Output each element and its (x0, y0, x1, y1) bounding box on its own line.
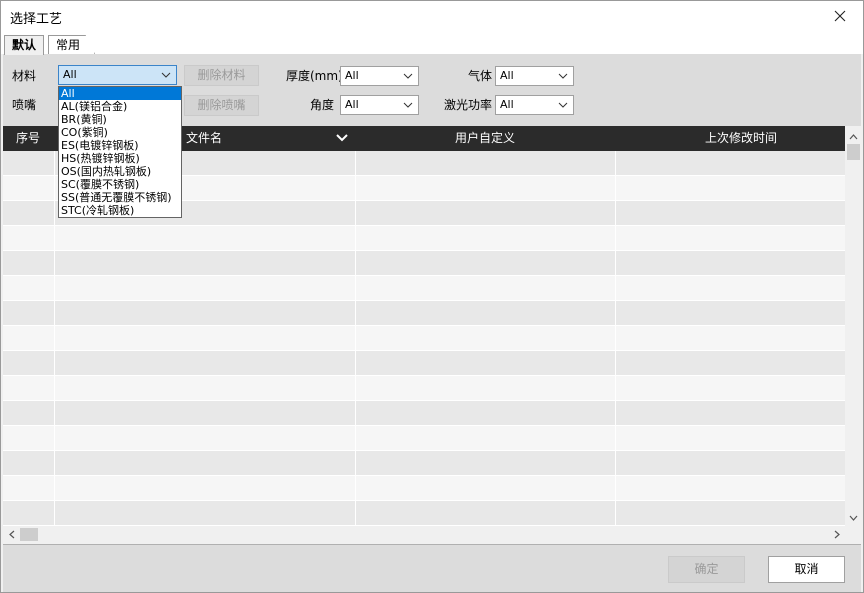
chevron-down-icon (160, 66, 172, 84)
laser-power-label: 激光功率 (444, 98, 493, 112)
material-option[interactable]: ES(电镀锌钢板) (59, 139, 181, 152)
horizontal-scrollbar[interactable] (3, 526, 862, 543)
angle-select[interactable]: All (340, 95, 419, 115)
table-row[interactable] (3, 426, 845, 451)
column-divider (355, 151, 356, 526)
horizontal-scroll-thumb[interactable] (20, 528, 38, 541)
tab-strip: 默认 常用 (1, 32, 863, 55)
table-row[interactable] (3, 326, 845, 351)
gas-label: 气体 (468, 69, 493, 83)
angle-label: 角度 (310, 98, 335, 112)
table-row[interactable] (3, 251, 845, 276)
laser-power-select-value: All (500, 98, 514, 111)
table-row[interactable] (3, 501, 845, 526)
thickness-select[interactable]: All (340, 66, 419, 86)
delete-material-button[interactable]: 删除材料 (184, 65, 259, 86)
table-row[interactable] (3, 376, 845, 401)
material-option[interactable]: STC(冷轧钢板) (59, 204, 181, 217)
table-row[interactable] (3, 226, 845, 251)
close-icon (834, 7, 846, 26)
table-row[interactable] (3, 276, 845, 301)
thickness-label: 厚度(mm) (286, 69, 343, 83)
material-option[interactable]: All (59, 87, 181, 100)
laser-power-select[interactable]: All (495, 95, 574, 115)
material-dropdown-list[interactable]: All AL(镁铝合金) BR(黄铜) CO(紫铜) ES(电镀锌钢板) HS(… (58, 86, 182, 218)
title-bar: 选择工艺 (1, 1, 863, 32)
gas-select[interactable]: All (495, 66, 574, 86)
table-row[interactable] (3, 401, 845, 426)
vertical-scrollbar[interactable] (845, 126, 862, 526)
column-header-last-modified[interactable]: 上次修改时间 (705, 126, 777, 151)
scroll-right-icon[interactable] (828, 526, 845, 543)
angle-select-value: All (345, 98, 359, 111)
table-row[interactable] (3, 301, 845, 326)
nozzle-label: 喷嘴 (12, 98, 37, 112)
material-option[interactable]: OS(国内热轧钢板) (59, 165, 181, 178)
gas-select-value: All (500, 69, 514, 82)
column-divider (54, 151, 55, 526)
window-title: 选择工艺 (10, 12, 63, 27)
close-button[interactable] (817, 1, 863, 32)
tab-default[interactable]: 默认 (4, 35, 45, 55)
material-option[interactable]: CO(紫铜) (59, 126, 181, 139)
table-row[interactable] (3, 476, 845, 501)
material-option[interactable]: BR(黄铜) (59, 113, 181, 126)
material-option[interactable]: AL(镁铝合金) (59, 100, 181, 113)
chevron-down-icon (402, 96, 414, 114)
scroll-left-icon[interactable] (3, 526, 20, 543)
thickness-select-value: All (345, 69, 359, 82)
column-divider (615, 151, 616, 526)
scroll-down-icon[interactable] (845, 509, 862, 526)
cancel-button[interactable]: 取消 (768, 556, 845, 583)
column-header-filename[interactable]: 文件名 (186, 126, 222, 151)
material-select[interactable]: All (58, 65, 177, 85)
material-label: 材料 (12, 69, 37, 83)
delete-nozzle-button[interactable]: 删除喷嘴 (184, 95, 259, 116)
scroll-up-icon[interactable] (845, 128, 862, 145)
material-option[interactable]: SS(普通无覆膜不锈钢) (59, 191, 181, 204)
select-process-dialog: 选择工艺 默认 常用 材料 All 删除材料 厚度(mm) All 气体 All… (0, 0, 864, 593)
chevron-down-icon (557, 96, 569, 114)
table-row[interactable] (3, 351, 845, 376)
dialog-footer: 确定 取消 (3, 544, 861, 592)
column-header-index[interactable]: 序号 (16, 126, 40, 151)
table-row[interactable] (3, 451, 845, 476)
column-header-user-defined[interactable]: 用户自定义 (455, 126, 515, 151)
material-option[interactable]: SC(覆膜不锈钢) (59, 178, 181, 191)
material-option[interactable]: HS(热镀锌钢板) (59, 152, 181, 165)
ok-button[interactable]: 确定 (668, 556, 745, 583)
tab-common[interactable]: 常用 (48, 35, 96, 54)
material-select-value: All (63, 68, 77, 81)
vertical-scroll-thumb[interactable] (847, 144, 860, 160)
chevron-down-icon (557, 67, 569, 85)
chevron-down-icon (402, 67, 414, 85)
sort-chevron-icon[interactable] (336, 126, 352, 151)
